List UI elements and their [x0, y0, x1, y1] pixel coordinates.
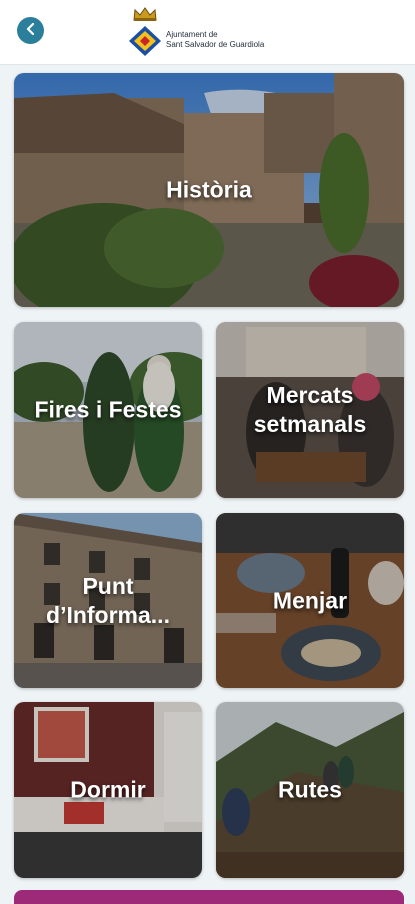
tile-label: Història: [166, 176, 252, 203]
bottom-tile-edge[interactable]: [14, 890, 404, 904]
tile-dormir[interactable]: Dormir: [14, 702, 202, 878]
tile-mercats-setmanals[interactable]: Mercats setmanals: [216, 322, 404, 498]
tile-label: Menjar: [272, 587, 348, 613]
coat-of-arms-icon: [128, 25, 162, 62]
header-divider: [0, 64, 415, 65]
tile-label: Punt d’Informa...: [46, 572, 170, 628]
tile-punt-informacio[interactable]: Punt d’Informa...: [14, 513, 202, 688]
tile-label: Rutes: [278, 776, 342, 803]
org-name-line1: Ajuntament de: [166, 30, 218, 39]
tile-label: Dormir: [70, 776, 146, 803]
tile-menjar[interactable]: Menjar: [216, 513, 404, 688]
municipality-logo: Ajuntament de Sant Salvador de Guardiola: [128, 6, 298, 58]
back-button[interactable]: [17, 17, 44, 44]
chevron-left-icon: [25, 22, 37, 40]
tile-fires-festes[interactable]: Fires i Festes: [14, 322, 202, 498]
tile-label: Fires i Festes: [34, 396, 182, 423]
org-name-line2: Sant Salvador de Guardiola: [166, 40, 265, 49]
tile-rutes[interactable]: Rutes: [216, 702, 404, 878]
app-header: Ajuntament de Sant Salvador de Guardiola: [0, 0, 415, 64]
crown-icon: [132, 6, 158, 27]
tile-historia[interactable]: Història: [14, 73, 404, 307]
tile-label: Mercats setmanals: [253, 382, 367, 437]
